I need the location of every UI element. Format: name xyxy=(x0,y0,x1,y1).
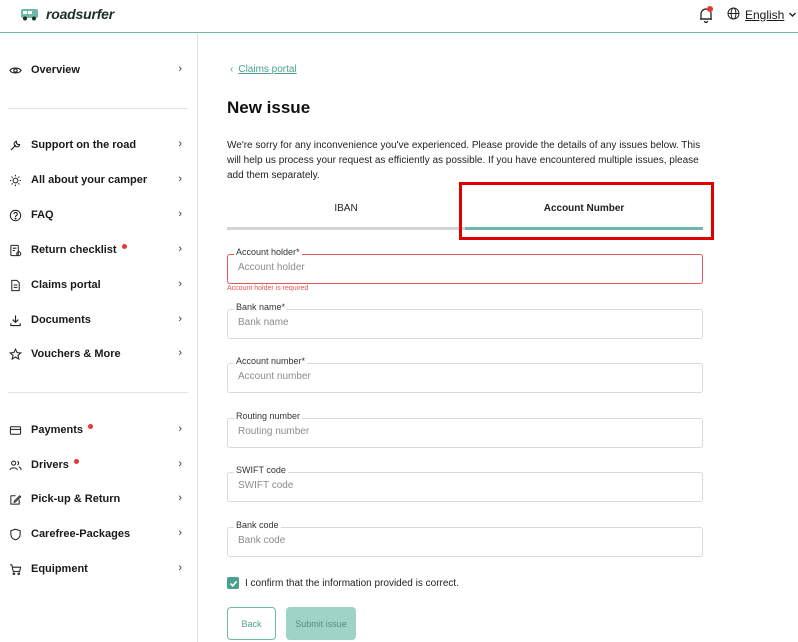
field-label: Bank code xyxy=(234,520,281,530)
checklist-icon xyxy=(8,243,22,257)
sidebar-item-pick-up-and-return[interactable]: Pick-up & Return › xyxy=(8,489,188,509)
chevron-right-icon: › xyxy=(178,63,182,75)
field-label: Bank name* xyxy=(234,302,288,312)
chevron-right-icon: › xyxy=(178,138,182,150)
sidebar-item-faq[interactable]: FAQ › xyxy=(8,205,188,225)
notification-dot xyxy=(121,243,127,249)
account-holder-field[interactable]: Account holder* xyxy=(227,247,703,284)
sidebar-item-return-checklist[interactable]: Return checklist › xyxy=(8,240,188,260)
chevron-right-icon: › xyxy=(178,492,182,504)
account-holder-input[interactable] xyxy=(238,262,678,273)
sun-icon xyxy=(8,173,22,187)
wrench-icon xyxy=(8,138,22,152)
chevron-right-icon: › xyxy=(178,562,182,574)
chevron-right-icon: › xyxy=(178,458,182,470)
submit-issue-button[interactable]: Submit issue xyxy=(286,607,356,640)
sidebar-item-label: Overview xyxy=(31,64,80,76)
field-label: SWIFT code xyxy=(234,465,288,475)
sidebar-item-drivers[interactable]: Drivers › xyxy=(8,455,188,475)
chevron-right-icon: › xyxy=(178,278,182,290)
bank-name-field[interactable]: Bank name* xyxy=(227,302,703,339)
tab-iban[interactable]: IBAN xyxy=(227,196,465,230)
sidebar-item-documents[interactable]: Documents › xyxy=(8,310,188,330)
account-number-field[interactable]: Account number* xyxy=(227,356,703,393)
notification-dot xyxy=(87,423,93,429)
sidebar-item-label: Pick-up & Return xyxy=(31,493,121,505)
chevron-right-icon: › xyxy=(178,423,182,435)
bank-name-input[interactable] xyxy=(238,317,678,328)
camper-van-icon xyxy=(20,7,40,21)
bank-code-input[interactable] xyxy=(238,535,678,546)
sidebar xyxy=(0,34,198,642)
chevron-right-icon: › xyxy=(178,527,182,539)
notification-dot xyxy=(73,458,79,464)
chevron-right-icon: › xyxy=(178,347,182,359)
sidebar-item-label: Equipment xyxy=(31,563,88,575)
sidebar-item-overview[interactable]: Overview › xyxy=(8,60,188,80)
swift-code-input[interactable] xyxy=(238,480,678,491)
checkmark-icon xyxy=(229,580,237,587)
chevron-right-icon: › xyxy=(178,208,182,220)
chevron-down-icon xyxy=(788,8,797,22)
sidebar-item-label: FAQ xyxy=(31,209,54,221)
cart-icon xyxy=(8,562,22,576)
account-number-input[interactable] xyxy=(238,371,678,382)
globe-icon xyxy=(727,7,740,23)
sidebar-item-label: Vouchers & More xyxy=(31,348,121,360)
sidebar-item-label: Return checklist xyxy=(31,244,117,256)
sidebar-item-all-about-your-camper[interactable]: All about your camper › xyxy=(8,170,188,190)
back-link-label: Claims portal xyxy=(238,64,297,75)
top-bar: roadsurfer English xyxy=(0,0,798,33)
question-icon xyxy=(8,208,22,222)
sidebar-divider xyxy=(8,392,188,393)
users-icon xyxy=(8,458,22,472)
back-link-claims-portal[interactable]: ‹ Claims portal xyxy=(230,64,297,75)
sidebar-item-label: Payments xyxy=(31,424,83,436)
sidebar-item-label: Documents xyxy=(31,314,91,326)
brand-name: roadsurfer xyxy=(46,6,115,22)
chevron-right-icon: › xyxy=(178,243,182,255)
confirm-checkbox[interactable] xyxy=(227,577,239,589)
confirm-label: I confirm that the information provided … xyxy=(245,577,459,589)
sidebar-item-support-on-the-road[interactable]: Support on the road › xyxy=(8,135,188,155)
intro-text: We're sorry for any inconvenience you've… xyxy=(227,140,701,181)
routing-number-input[interactable] xyxy=(238,426,678,437)
brand-logo[interactable]: roadsurfer xyxy=(20,6,114,22)
sidebar-item-equipment[interactable]: Equipment › xyxy=(8,559,188,579)
shield-icon xyxy=(8,527,22,541)
sidebar-item-claims-portal[interactable]: Claims portal › xyxy=(8,275,188,295)
sidebar-item-label: Support on the road xyxy=(31,139,137,151)
chevron-right-icon: › xyxy=(178,313,182,325)
language-selector[interactable]: English xyxy=(727,7,797,23)
field-label: Routing number xyxy=(234,411,303,421)
sidebar-item-label: Claims portal xyxy=(31,279,101,291)
back-button[interactable]: Back xyxy=(227,607,276,640)
sidebar-item-label: All about your camper xyxy=(31,174,148,186)
swift-code-field[interactable]: SWIFT code xyxy=(227,465,703,502)
card-icon xyxy=(8,423,22,437)
error-message: Account holder is required xyxy=(227,285,309,292)
chevron-left-icon: ‹ xyxy=(230,64,234,75)
sidebar-item-payments[interactable]: Payments › xyxy=(8,420,188,440)
sidebar-item-vouchers-and-more[interactable]: Vouchers & More › xyxy=(8,344,188,364)
notification-dot xyxy=(707,6,713,12)
edit-icon xyxy=(8,492,22,506)
sidebar-item-carefree-packages[interactable]: Carefree-Packages › xyxy=(8,524,188,544)
bank-code-field[interactable]: Bank code xyxy=(227,520,703,557)
routing-number-field[interactable]: Routing number xyxy=(227,411,703,448)
star-icon xyxy=(8,347,22,361)
chevron-right-icon: › xyxy=(178,173,182,185)
confirm-row: I confirm that the information provided … xyxy=(227,577,459,589)
download-icon xyxy=(8,313,22,327)
highlight-box xyxy=(459,182,714,240)
language-label: English xyxy=(745,8,785,22)
page-title: New issue xyxy=(227,98,311,117)
document-icon xyxy=(8,278,22,292)
field-label: Account number* xyxy=(234,356,308,366)
eye-icon xyxy=(8,63,22,77)
sidebar-item-label: Carefree-Packages xyxy=(31,528,131,540)
field-label: Account holder* xyxy=(234,247,302,257)
sidebar-item-label: Drivers xyxy=(31,459,69,471)
sidebar-divider xyxy=(8,108,188,109)
